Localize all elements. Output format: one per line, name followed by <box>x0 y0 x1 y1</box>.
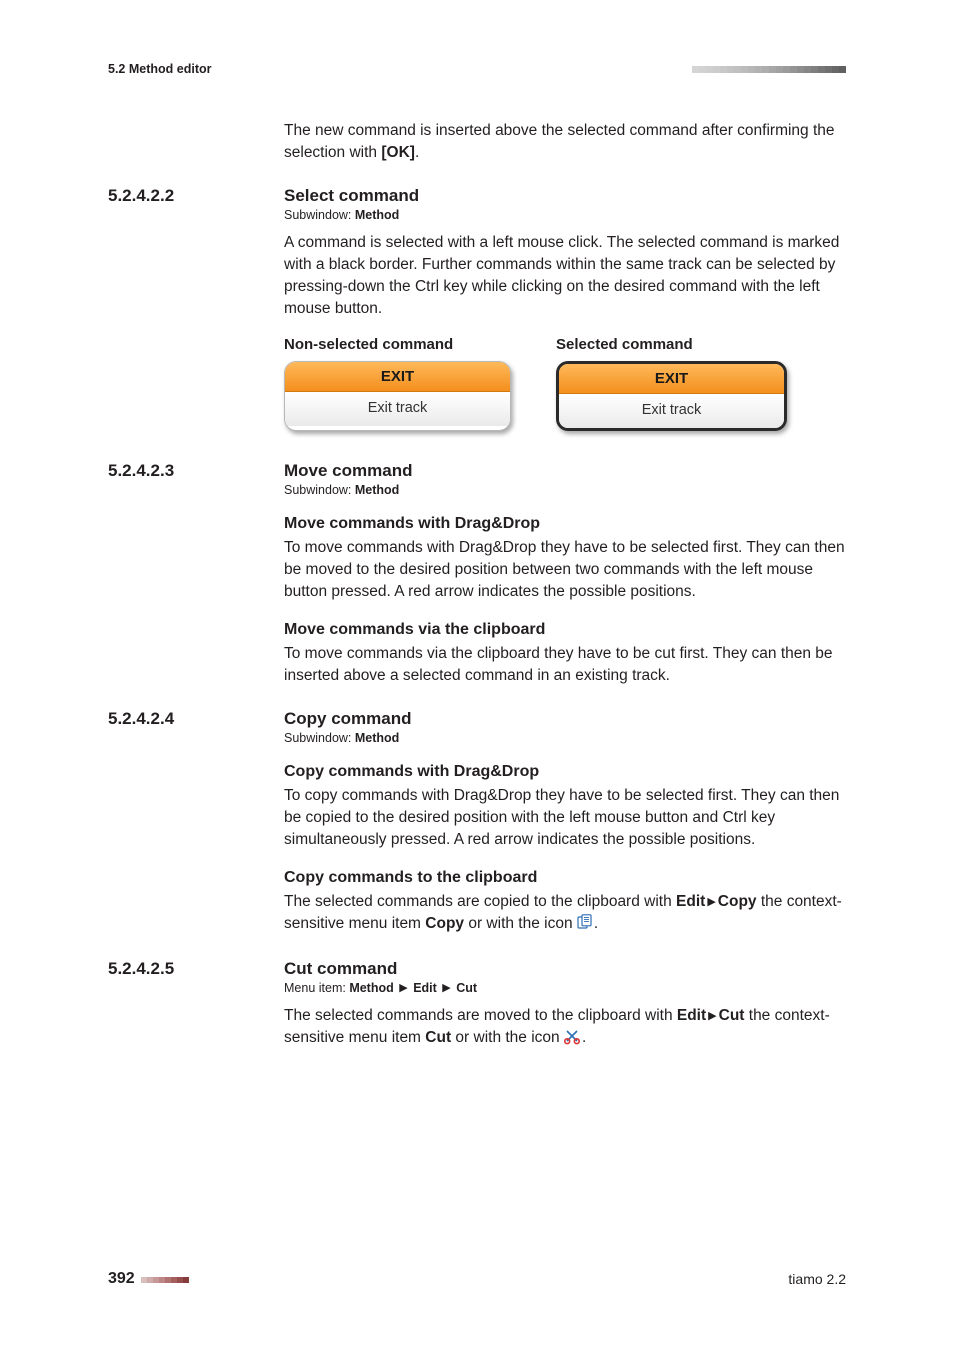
subwindow-line: Subwindow: Method <box>284 483 846 497</box>
subwindow-value: Method <box>355 483 399 497</box>
copy-period: . <box>594 915 598 932</box>
subwindow-prefix: Subwindow: <box>284 731 355 745</box>
move-dragdrop-heading: Move commands with Drag&Drop <box>284 515 846 533</box>
menu-separator-icon: ▶ <box>705 896 717 908</box>
cut-word: Cut <box>425 1029 451 1046</box>
intro-text: The new command is inserted above the se… <box>284 122 835 161</box>
select-command-paragraph: A command is selected with a left mouse … <box>284 232 846 320</box>
menu-edit: Edit <box>413 981 437 995</box>
cmd-head-nonsel: EXIT <box>285 362 510 392</box>
page-header: 5.2 Method editor <box>108 60 846 78</box>
heading-number: 5.2.4.2.5 <box>108 959 284 979</box>
copy-dragdrop-paragraph: To copy commands with Drag&Drop they hav… <box>284 785 846 851</box>
menu-cut: Cut <box>456 981 477 995</box>
header-ornament <box>692 60 846 78</box>
menu-cut: Cut <box>719 1007 745 1024</box>
cut-paragraph: The selected commands are moved to the c… <box>284 1005 846 1052</box>
heading-title: Move command <box>284 461 412 481</box>
subwindow-prefix: Subwindow: <box>284 483 355 497</box>
move-p1: To move commands with Drag&Drop they hav… <box>284 537 846 603</box>
menu-edit: Edit <box>677 1007 706 1024</box>
copy-dragdrop-heading: Copy commands with Drag&Drop <box>284 763 846 781</box>
copy-icon <box>577 914 594 937</box>
copy-p1: To copy commands with Drag&Drop they hav… <box>284 785 846 851</box>
intro-paragraph: The new command is inserted above the se… <box>284 120 846 164</box>
menu-item-line: Menu item: Method ▶ Edit ▶ Cut <box>284 981 846 995</box>
subwindow-line: Subwindow: Method <box>284 208 846 222</box>
subwindow-value: Method <box>355 731 399 745</box>
copy-word: Copy <box>425 915 464 932</box>
heading-select-command: 5.2.4.2.2 Select command <box>108 186 846 206</box>
product-name: tiamo 2.2 <box>788 1271 846 1287</box>
move-dragdrop-paragraph: To move commands with Drag&Drop they hav… <box>284 537 846 603</box>
heading-title: Cut command <box>284 959 397 979</box>
copy-clipboard-paragraph: The selected commands are copied to the … <box>284 891 846 937</box>
copy-p2a: The selected commands are copied to the … <box>284 893 676 910</box>
cut-period: . <box>582 1029 586 1046</box>
menu-separator-icon: ▶ <box>440 982 452 994</box>
move-clipboard-heading: Move commands via the clipboard <box>284 621 846 639</box>
header-section-label: 5.2 Method editor <box>108 62 211 76</box>
heading-number: 5.2.4.2.3 <box>108 461 284 481</box>
page-number: 392 <box>108 1270 135 1288</box>
command-figure: Non-selected command Selected command EX… <box>284 336 846 431</box>
subwindow-line: Subwindow: Method <box>284 731 846 745</box>
heading-move-command: 5.2.4.2.3 Move command <box>108 461 846 481</box>
nonselected-command-box: EXIT Exit track <box>284 361 511 431</box>
selected-command-box: EXIT Exit track <box>556 361 787 431</box>
subwindow-value: Method <box>355 208 399 222</box>
menu-separator-icon: ▶ <box>397 982 409 994</box>
cut-icon <box>564 1029 582 1052</box>
move-clipboard-paragraph: To move commands via the clipboard they … <box>284 643 846 687</box>
footer-left: 392 <box>108 1270 189 1288</box>
heading-copy-command: 5.2.4.2.4 Copy command <box>108 709 846 729</box>
heading-number: 5.2.4.2.4 <box>108 709 284 729</box>
nonselected-label: Non-selected command <box>284 336 556 353</box>
ok-label: [OK] <box>381 144 415 161</box>
intro-period: . <box>415 144 419 161</box>
heading-number: 5.2.4.2.2 <box>108 186 284 206</box>
move-p2: To move commands via the clipboard they … <box>284 643 846 687</box>
cut-pa: The selected commands are moved to the c… <box>284 1007 677 1024</box>
copy-p2c: or with the icon <box>464 915 577 932</box>
heading-title: Copy command <box>284 709 412 729</box>
footer-ornament <box>141 1270 189 1288</box>
cmd-head-sel: EXIT <box>559 364 784 394</box>
select-paragraph-text: A command is selected with a left mouse … <box>284 232 846 320</box>
menu-edit: Edit <box>676 893 705 910</box>
menu-method: Method <box>349 981 393 995</box>
subwindow-prefix: Subwindow: <box>284 208 355 222</box>
cut-pc: or with the icon <box>451 1029 564 1046</box>
menu-separator-icon: ▶ <box>706 1010 718 1022</box>
menu-copy: Copy <box>718 893 757 910</box>
cmd-body-nonsel: Exit track <box>285 392 510 426</box>
heading-cut-command: 5.2.4.2.5 Cut command <box>108 959 846 979</box>
menu-prefix: Menu item: <box>284 981 349 995</box>
selected-label: Selected command <box>556 336 828 353</box>
cmd-body-sel: Exit track <box>559 394 784 428</box>
page-footer: 392 tiamo 2.2 <box>108 1270 846 1288</box>
heading-title: Select command <box>284 186 419 206</box>
copy-clipboard-heading: Copy commands to the clipboard <box>284 869 846 887</box>
